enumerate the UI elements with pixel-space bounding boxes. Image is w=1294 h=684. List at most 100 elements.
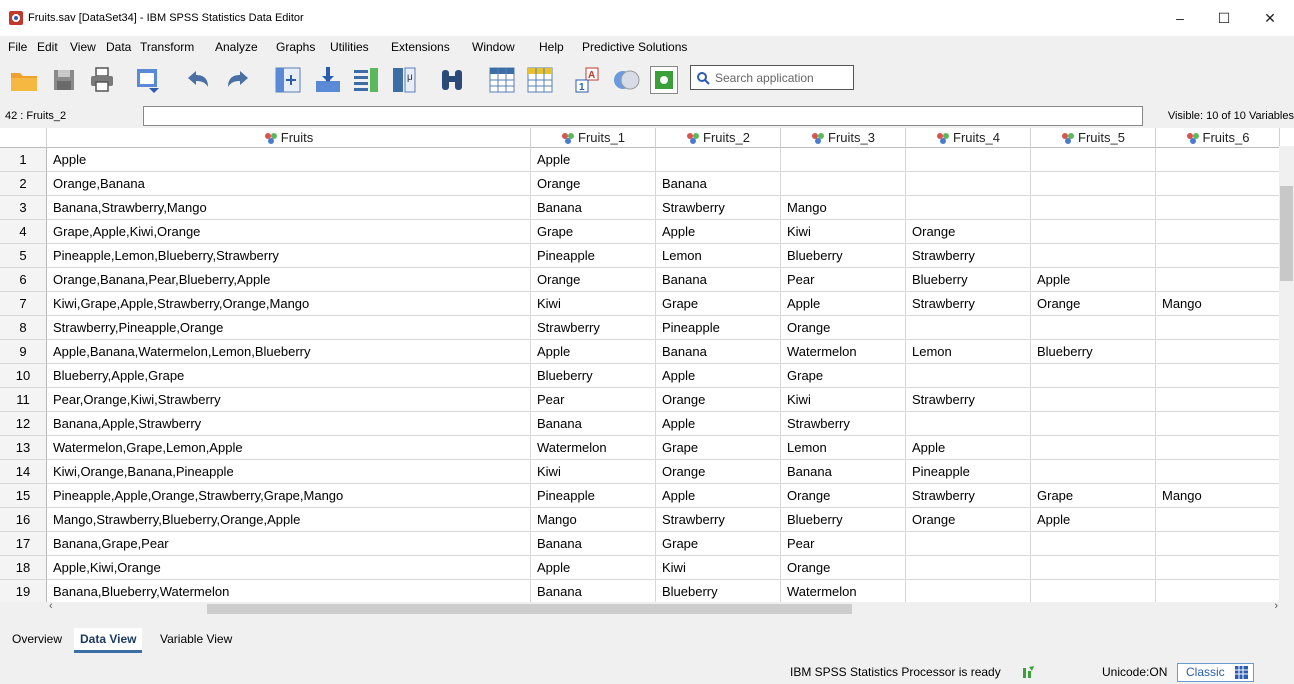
table-cell[interactable]: Grape bbox=[656, 292, 781, 316]
table-cell[interactable] bbox=[1156, 148, 1280, 172]
table-cell[interactable]: Kiwi bbox=[656, 556, 781, 580]
menu-help[interactable]: Help bbox=[539, 40, 564, 54]
table-cell[interactable]: Strawberry bbox=[656, 508, 781, 532]
table-cell[interactable] bbox=[1031, 364, 1156, 388]
table-cell[interactable] bbox=[906, 148, 1031, 172]
table-cell[interactable] bbox=[1156, 460, 1280, 484]
table-cell[interactable]: Apple bbox=[1031, 268, 1156, 292]
table-cell[interactable]: Pineapple bbox=[531, 244, 656, 268]
table-cell[interactable]: Strawberry,Pineapple,Orange bbox=[47, 316, 531, 340]
row-number[interactable]: 3 bbox=[0, 196, 47, 220]
row-header-corner[interactable] bbox=[0, 128, 47, 148]
close-button[interactable]: ✕ bbox=[1250, 6, 1290, 30]
table-cell[interactable] bbox=[906, 196, 1031, 220]
table-cell[interactable]: Grape bbox=[656, 532, 781, 556]
insert-variable-icon[interactable] bbox=[524, 64, 556, 96]
table-cell[interactable]: Watermelon bbox=[781, 580, 906, 602]
table-cell[interactable]: Mango,Strawberry,Blueberry,Orange,Apple bbox=[47, 508, 531, 532]
table-cell[interactable] bbox=[781, 172, 906, 196]
table-cell[interactable] bbox=[1031, 580, 1156, 602]
row-number[interactable]: 17 bbox=[0, 532, 47, 556]
table-cell[interactable]: Mango bbox=[1156, 484, 1280, 508]
table-cell[interactable]: Grape,Apple,Kiwi,Orange bbox=[47, 220, 531, 244]
table-cell[interactable]: Strawberry bbox=[531, 316, 656, 340]
table-cell[interactable]: Orange bbox=[1031, 292, 1156, 316]
table-cell[interactable]: Orange,Banana,Pear,Blueberry,Apple bbox=[47, 268, 531, 292]
table-cell[interactable] bbox=[1156, 244, 1280, 268]
table-cell[interactable] bbox=[1031, 244, 1156, 268]
table-cell[interactable]: Blueberry bbox=[781, 244, 906, 268]
row-number[interactable]: 9 bbox=[0, 340, 47, 364]
table-cell[interactable] bbox=[1031, 532, 1156, 556]
menu-file[interactable]: File bbox=[8, 40, 27, 54]
table-cell[interactable] bbox=[656, 148, 781, 172]
table-cell[interactable]: Kiwi bbox=[781, 388, 906, 412]
vertical-scroll-thumb[interactable] bbox=[1280, 186, 1293, 281]
table-cell[interactable] bbox=[906, 364, 1031, 388]
value-labels-icon[interactable]: A 1 bbox=[572, 64, 604, 96]
menu-window[interactable]: Window bbox=[472, 40, 515, 54]
table-cell[interactable]: Apple bbox=[656, 220, 781, 244]
table-cell[interactable] bbox=[1156, 388, 1280, 412]
table-cell[interactable]: Apple bbox=[531, 340, 656, 364]
row-number[interactable]: 6 bbox=[0, 268, 47, 292]
table-cell[interactable]: Mango bbox=[1156, 292, 1280, 316]
column-header-fruits-6[interactable]: Fruits_6 bbox=[1156, 128, 1280, 148]
show-all-variables-button[interactable] bbox=[650, 66, 678, 94]
table-cell[interactable]: Strawberry bbox=[906, 388, 1031, 412]
table-cell[interactable] bbox=[906, 556, 1031, 580]
print-icon[interactable] bbox=[86, 64, 118, 96]
table-cell[interactable] bbox=[1156, 532, 1280, 556]
table-cell[interactable]: Orange bbox=[531, 172, 656, 196]
table-cell[interactable]: Apple bbox=[906, 436, 1031, 460]
table-cell[interactable]: Apple bbox=[47, 148, 531, 172]
menu-utilities[interactable]: Utilities bbox=[330, 40, 369, 54]
table-cell[interactable] bbox=[1156, 580, 1280, 602]
table-cell[interactable] bbox=[1156, 316, 1280, 340]
table-cell[interactable]: Apple bbox=[1031, 508, 1156, 532]
tab-overview[interactable]: Overview bbox=[6, 628, 68, 650]
table-cell[interactable] bbox=[1156, 268, 1280, 292]
table-cell[interactable] bbox=[906, 532, 1031, 556]
table-cell[interactable]: Orange bbox=[531, 268, 656, 292]
minimize-button[interactable]: – bbox=[1160, 6, 1200, 30]
table-cell[interactable] bbox=[1031, 556, 1156, 580]
row-number[interactable]: 1 bbox=[0, 148, 47, 172]
table-cell[interactable] bbox=[1156, 340, 1280, 364]
table-cell[interactable] bbox=[1156, 364, 1280, 388]
column-header-fruits-1[interactable]: Fruits_1 bbox=[531, 128, 656, 148]
find-binoculars-icon[interactable] bbox=[436, 64, 468, 96]
row-number[interactable]: 8 bbox=[0, 316, 47, 340]
row-number[interactable]: 7 bbox=[0, 292, 47, 316]
table-cell[interactable] bbox=[1156, 220, 1280, 244]
table-cell[interactable]: Mango bbox=[781, 196, 906, 220]
redo-icon[interactable] bbox=[222, 64, 254, 96]
table-cell[interactable]: Kiwi,Orange,Banana,Pineapple bbox=[47, 460, 531, 484]
tab-variable-view[interactable]: Variable View bbox=[154, 628, 238, 650]
table-cell[interactable]: Banana bbox=[656, 172, 781, 196]
table-cell[interactable] bbox=[1031, 172, 1156, 196]
table-cell[interactable]: Mango bbox=[531, 508, 656, 532]
table-cell[interactable]: Blueberry bbox=[1031, 340, 1156, 364]
column-header-fruits-2[interactable]: Fruits_2 bbox=[656, 128, 781, 148]
table-cell[interactable] bbox=[1031, 148, 1156, 172]
tab-data-view[interactable]: Data View bbox=[74, 628, 143, 653]
table-cell[interactable]: Lemon bbox=[906, 340, 1031, 364]
table-cell[interactable]: Apple,Kiwi,Orange bbox=[47, 556, 531, 580]
table-cell[interactable]: Strawberry bbox=[906, 484, 1031, 508]
table-cell[interactable]: Pear,Orange,Kiwi,Strawberry bbox=[47, 388, 531, 412]
vertical-scrollbar[interactable] bbox=[1279, 146, 1294, 602]
insert-cases-icon[interactable] bbox=[486, 64, 518, 96]
row-number[interactable]: 14 bbox=[0, 460, 47, 484]
table-cell[interactable]: Blueberry bbox=[781, 508, 906, 532]
table-cell[interactable] bbox=[1031, 220, 1156, 244]
cell-value-input[interactable] bbox=[143, 106, 1143, 126]
table-cell[interactable]: Apple bbox=[531, 148, 656, 172]
table-cell[interactable]: Lemon bbox=[656, 244, 781, 268]
table-cell[interactable]: Banana bbox=[656, 340, 781, 364]
table-cell[interactable]: Banana bbox=[656, 268, 781, 292]
table-cell[interactable]: Pineapple bbox=[906, 460, 1031, 484]
column-header-fruits[interactable]: Fruits bbox=[47, 128, 531, 148]
table-cell[interactable]: Watermelon bbox=[781, 340, 906, 364]
row-number[interactable]: 18 bbox=[0, 556, 47, 580]
